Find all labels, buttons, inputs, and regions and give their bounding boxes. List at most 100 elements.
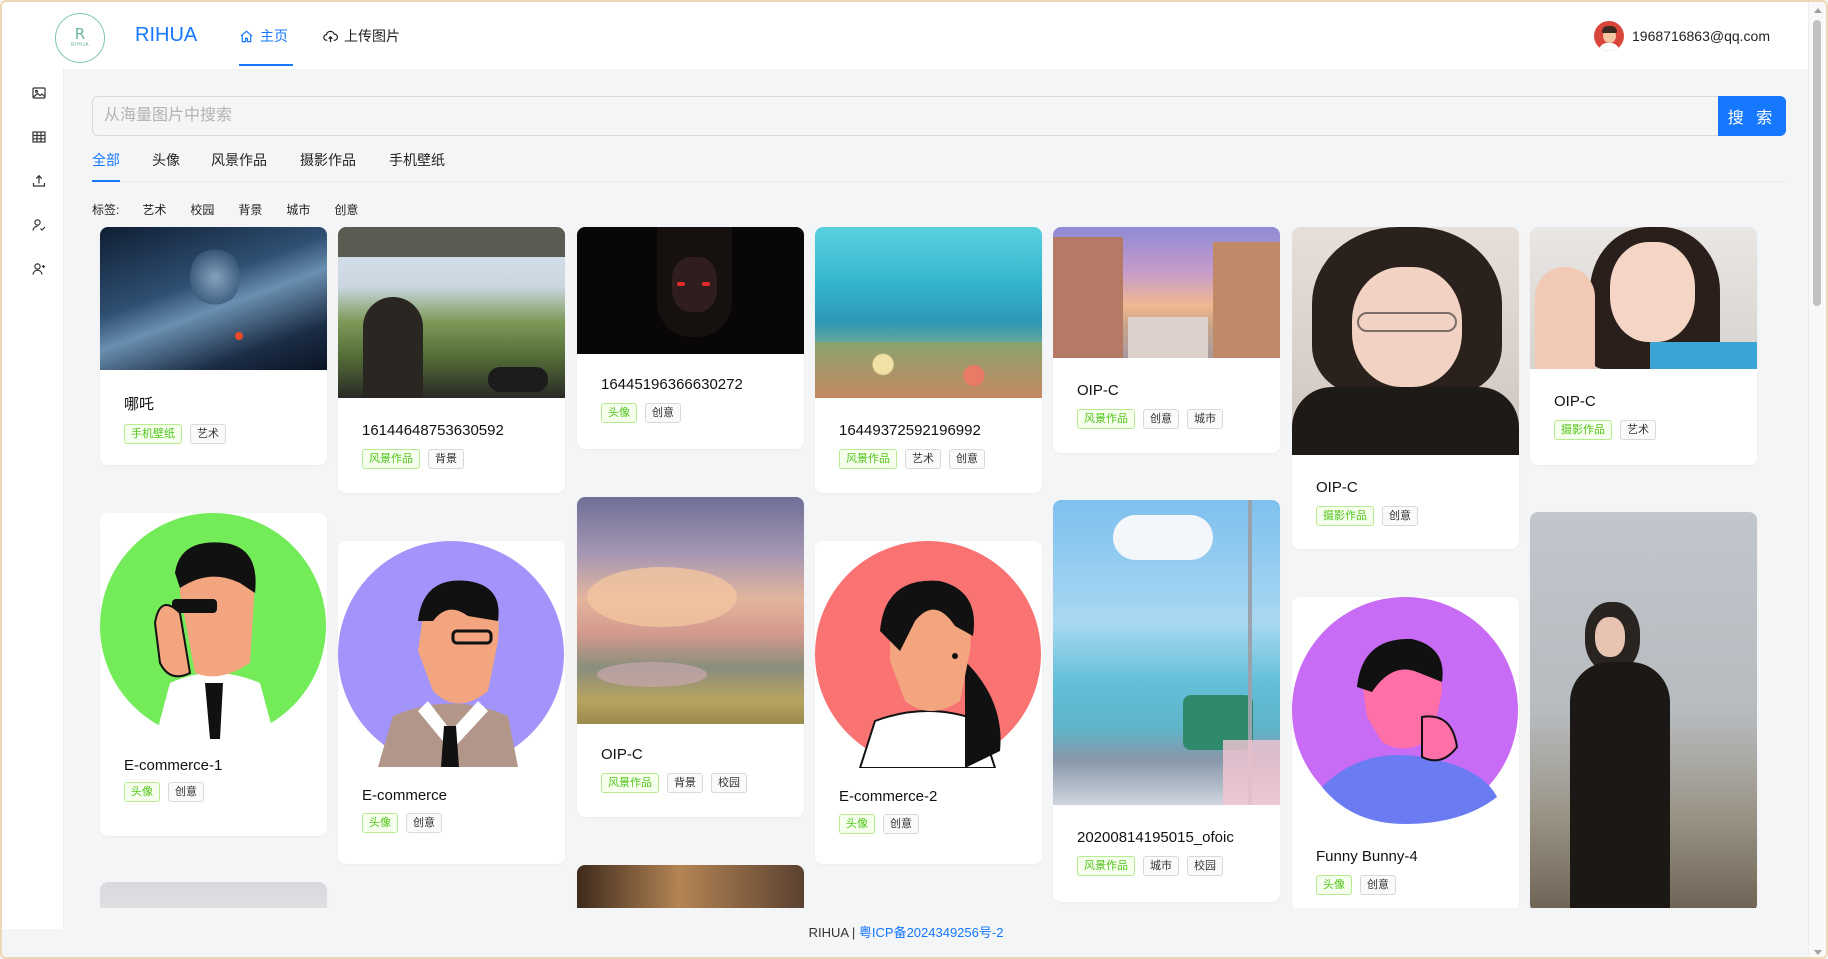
card-tag: 创意 [949,449,985,469]
picture-card[interactable]: 哪吒 手机壁纸 艺术 [100,227,327,465]
picture-card[interactable]: 16449372592196992 风景作品 艺术 创意 [815,227,1042,493]
user-switch-icon[interactable] [31,261,47,277]
tag-filter-city[interactable]: 城市 [286,201,310,218]
footer-text: RIHUA | [808,925,859,940]
card-tag: 风景作品 [839,449,897,469]
logo-mark: R [74,25,86,43]
icp-link[interactable]: 粤ICP备2024349256号-2 [859,925,1004,940]
card-tag: 创意 [883,814,919,834]
card-title: 16445196366630272 [601,376,743,393]
card-tag: 头像 [1316,875,1352,895]
tab-landscape[interactable]: 风景作品 [211,150,267,170]
picture-card[interactable] [577,865,804,912]
card-tag: 手机壁纸 [124,424,182,444]
card-tag: 城市 [1187,409,1223,429]
brand-name[interactable]: RIHUA [135,24,197,47]
tag-filter-art[interactable]: 艺术 [142,201,166,218]
card-image[interactable] [577,227,804,354]
scroll-up-arrow-icon[interactable] [1814,8,1822,13]
card-tag: 创意 [406,813,442,833]
picture-card[interactable]: Funny Bunny-4 头像 创意 [1292,597,1519,912]
card-title: 20200814195015_ofoic [1077,829,1234,846]
card-image[interactable] [1053,500,1280,805]
search-button[interactable]: 搜 索 [1718,96,1786,136]
card-title: OIP-C [1554,393,1596,410]
card-image[interactable] [1530,512,1757,912]
card-title: 哪吒 [124,396,155,413]
card-tag: 创意 [1360,875,1396,895]
nav-upload-label: 上传图片 [344,28,400,44]
upload-icon[interactable] [31,173,47,189]
tab-all[interactable]: 全部 [92,150,120,170]
picture-card[interactable]: 20200814195015_ofoic 风景作品 城市 校园 [1053,500,1280,902]
card-title: OIP-C [1077,382,1119,399]
card-tag: 风景作品 [362,449,420,469]
card-image[interactable] [338,227,565,398]
category-tabs: 全部 头像 风景作品 摄影作品 手机壁纸 [92,150,1788,182]
nav-active-indicator [239,64,293,66]
picture-card[interactable]: 16144648753630592 风景作品 背景 [338,227,565,493]
picture-card[interactable]: E-commerce-2 头像 创意 [815,541,1042,864]
table-icon[interactable] [31,129,47,145]
picture-card[interactable]: 16445196366630272 头像 创意 [577,227,804,449]
card-tag: 艺术 [190,424,226,444]
card-title: E-commerce-1 [124,757,223,774]
card-image[interactable] [577,865,804,912]
card-image[interactable] [1292,597,1519,824]
card-title: E-commerce-2 [839,788,938,805]
search-input[interactable] [92,96,1718,136]
app-window: R RIHUA RIHUA 主页 上传图片 1968716863@qq.com [0,0,1828,959]
nav-upload[interactable]: 上传图片 [323,26,400,46]
card-image[interactable] [100,227,327,370]
card-tag: 摄影作品 [1554,420,1612,440]
picture-icon[interactable] [31,85,47,101]
card-image[interactable] [1530,227,1757,369]
card-tag: 艺术 [905,449,941,469]
tag-filter-background[interactable]: 背景 [238,201,262,218]
card-tag: 城市 [1143,856,1179,876]
picture-card[interactable] [1530,512,1757,912]
card-tag: 创意 [168,782,204,802]
card-title: OIP-C [601,746,643,763]
picture-card[interactable]: OIP-C 风景作品 背景 校园 [577,497,804,817]
picture-card[interactable]: OIP-C 风景作品 创意 城市 [1053,227,1280,453]
team-icon[interactable] [31,217,47,233]
picture-card[interactable]: E-commerce 头像 创意 [338,541,565,864]
nav-home[interactable]: 主页 [239,26,288,46]
card-image[interactable] [815,541,1042,768]
card-image[interactable] [100,513,327,739]
page-scrollbar[interactable] [1808,2,1826,957]
tag-filter-creative[interactable]: 创意 [334,201,358,218]
logo[interactable]: R RIHUA [55,13,105,63]
card-image[interactable] [1292,227,1519,455]
card-image[interactable] [577,497,804,724]
card-tag: 校园 [1187,856,1223,876]
picture-card[interactable]: E-commerce-1 头像 创意 [100,513,327,836]
card-image[interactable] [815,227,1042,398]
avatar[interactable] [1594,21,1625,51]
tab-avatar[interactable]: 头像 [152,150,180,170]
card-image[interactable] [1053,227,1280,358]
card-tag: 头像 [124,782,160,802]
user-menu[interactable]: 1968716863@qq.com [1594,21,1770,51]
cloud-upload-icon [323,30,338,42]
card-image[interactable] [338,541,565,767]
card-title: Funny Bunny-4 [1316,848,1418,865]
card-title: 16144648753630592 [362,422,504,439]
card-tag: 头像 [601,403,637,423]
scroll-down-arrow-icon[interactable] [1814,950,1822,955]
card-tag: 风景作品 [601,773,659,793]
picture-card[interactable]: OIP-C 摄影作品 艺术 [1530,227,1757,465]
card-tag: 风景作品 [1077,409,1135,429]
tab-photography[interactable]: 摄影作品 [300,150,356,170]
user-email: 1968716863@qq.com [1632,28,1770,44]
card-tag: 摄影作品 [1316,506,1374,526]
picture-card[interactable]: OIP-C 摄影作品 创意 [1292,227,1519,549]
card-tag: 头像 [839,814,875,834]
card-tag: 创意 [1382,506,1418,526]
card-title: OIP-C [1316,479,1358,496]
tag-filter-campus[interactable]: 校园 [190,201,214,218]
card-tag: 创意 [1143,409,1179,429]
scroll-thumb[interactable] [1813,20,1821,306]
tab-wallpaper[interactable]: 手机壁纸 [389,150,445,170]
